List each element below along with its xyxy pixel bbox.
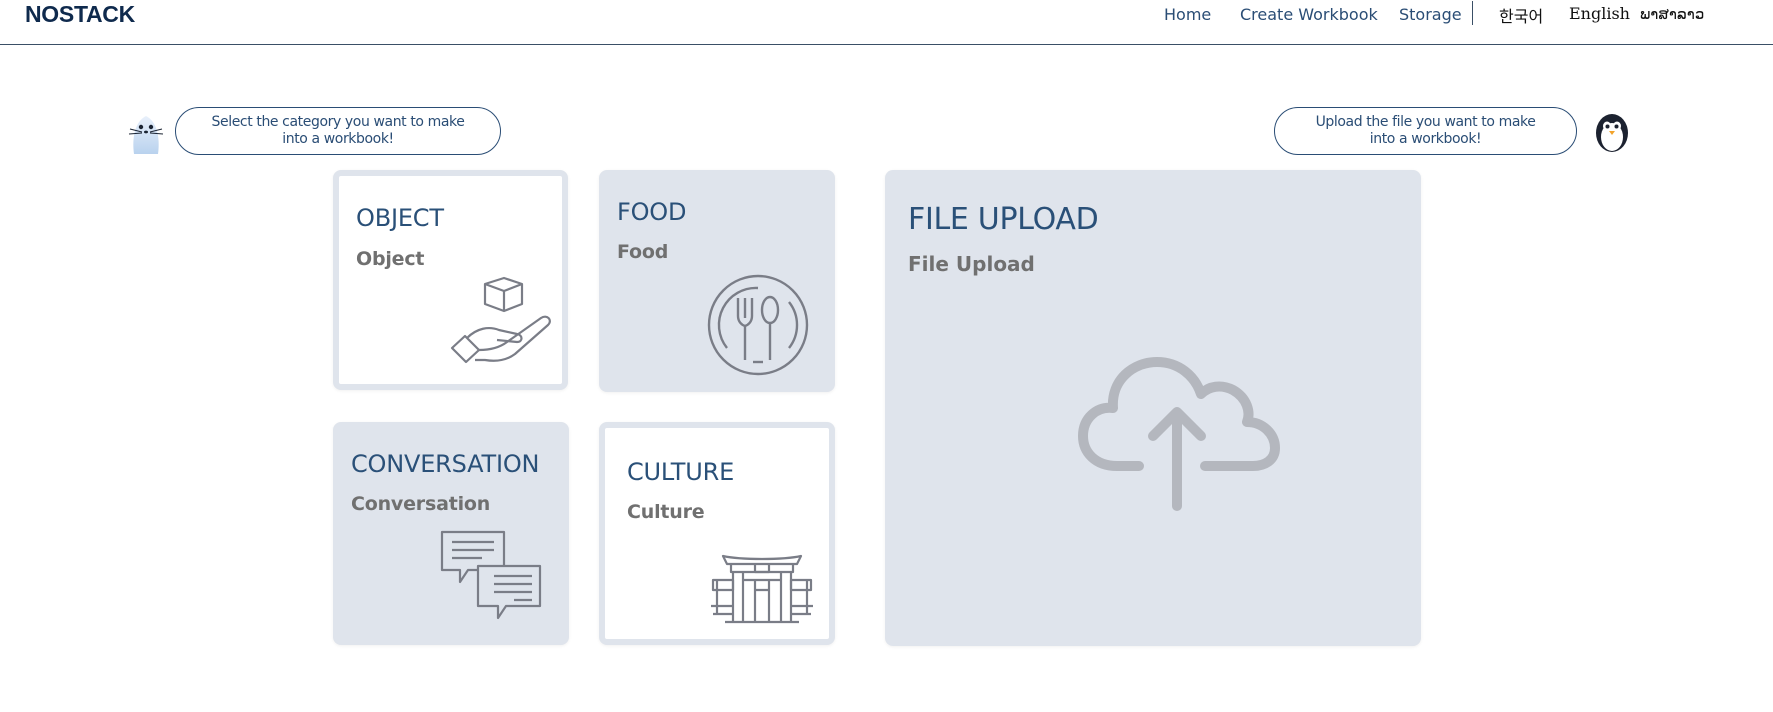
card-title: CULTURE [627,458,735,486]
file-upload-dropzone[interactable]: FILE UPLOAD File Upload [885,170,1421,646]
nav-storage-link[interactable]: Storage [1399,5,1462,24]
card-title: CONVERSATION [351,450,540,478]
penguin-mascot-icon [1593,109,1631,158]
card-title: OBJECT [356,204,444,232]
card-subtitle: Culture [627,501,705,523]
lang-lao-button[interactable]: ພາສາລາວ [1640,5,1704,23]
upload-prompt-text: Upload the file you want to make into a … [1315,114,1536,147]
nav-create-workbook-link[interactable]: Create Workbook [1240,5,1378,24]
gate-icon [711,550,813,631]
card-subtitle: Object [356,248,425,270]
card-title: FOOD [617,198,687,226]
top-navbar: NOSTACK Home Create Workbook Storage 한국어… [0,0,1773,45]
chat-bubbles-icon [440,530,544,627]
category-card-food[interactable]: FOOD Food [599,170,835,392]
nav-divider [1472,1,1473,25]
hand-box-icon [449,276,554,381]
category-prompt-bubble: Select the category you want to make int… [175,107,501,155]
lang-korean-button[interactable]: 한국어 [1499,3,1543,27]
fork-spoon-plate-icon [707,274,809,381]
card-subtitle: Conversation [351,493,491,515]
seal-mascot-icon [126,110,166,161]
logo[interactable]: NOSTACK [25,1,135,28]
category-card-object[interactable]: OBJECT Object [333,170,568,390]
category-card-culture[interactable]: CULTURE Culture [599,422,835,645]
upload-prompt-bubble: Upload the file you want to make into a … [1274,107,1577,155]
nav-home-link[interactable]: Home [1164,5,1211,24]
upload-title: FILE UPLOAD [908,202,1099,237]
category-card-conversation[interactable]: CONVERSATION Conversation [333,422,569,645]
lang-english-button[interactable]: English [1569,4,1630,23]
category-prompt-text: Select the category you want to make int… [211,114,465,147]
cloud-upload-icon [1077,356,1281,521]
upload-subtitle: File Upload [908,252,1035,276]
card-subtitle: Food [617,241,669,263]
